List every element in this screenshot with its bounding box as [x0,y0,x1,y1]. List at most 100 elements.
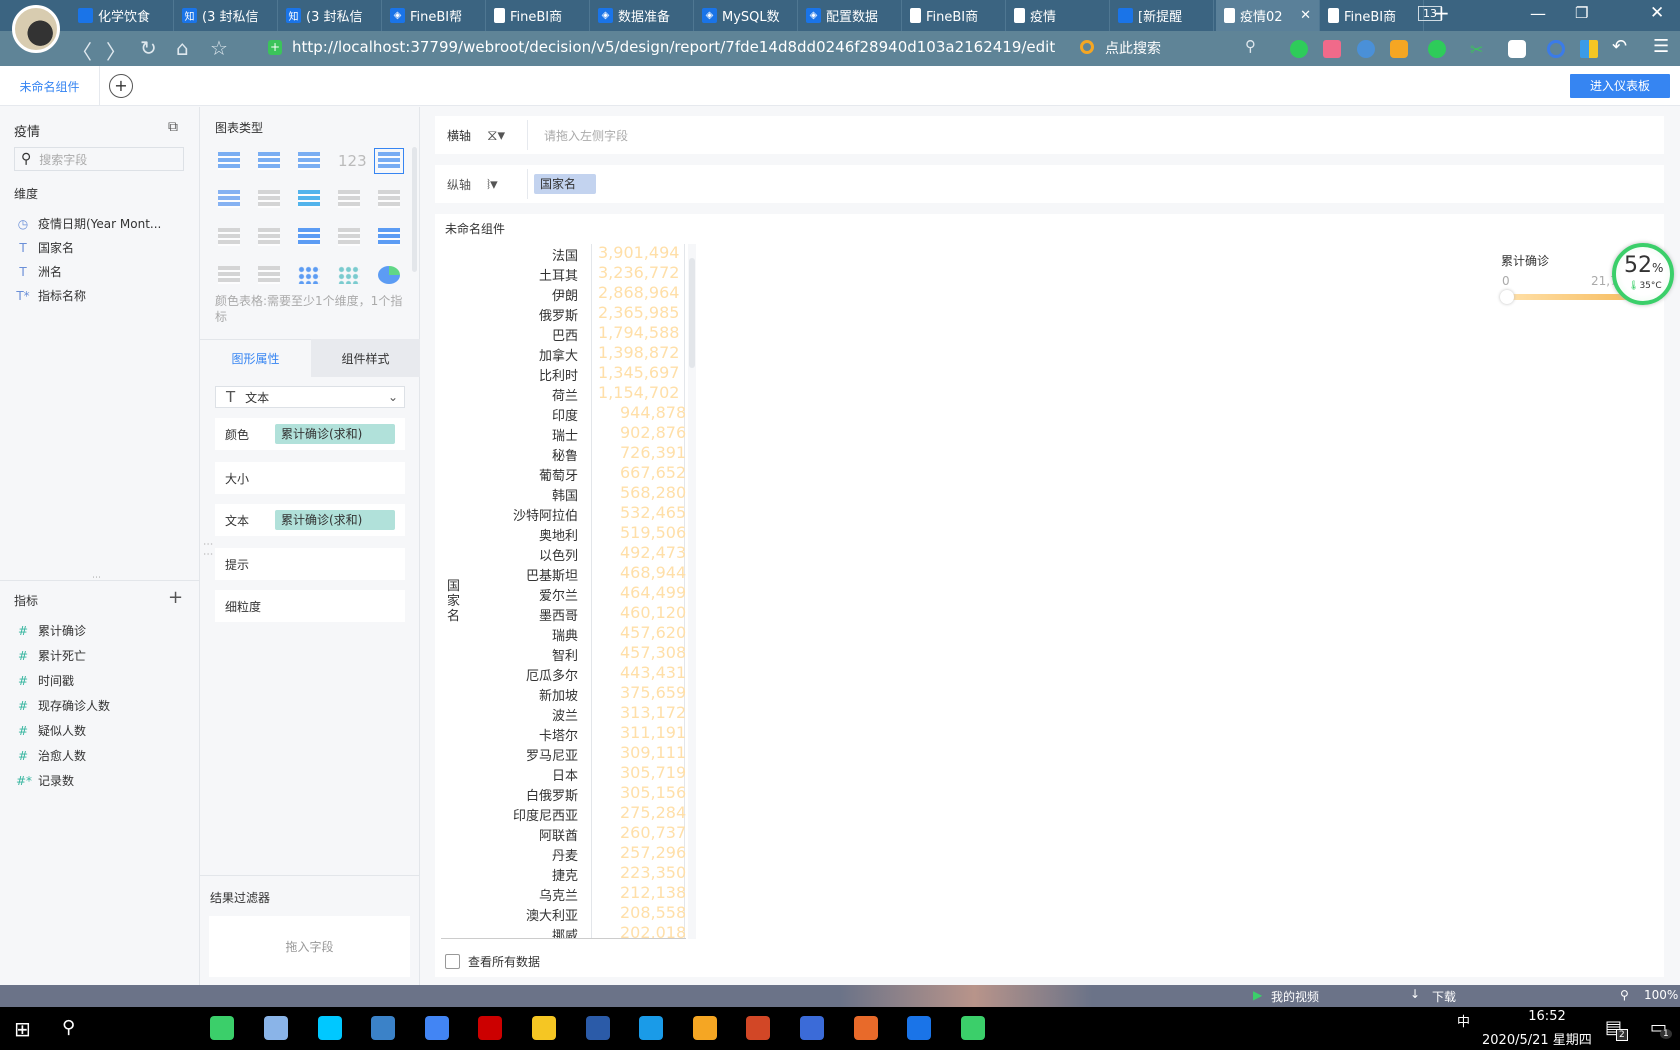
property-0[interactable]: 颜色 累计确诊(求和) [215,418,405,450]
kpi-icon[interactable]: 123 [338,152,367,170]
resize-handle-icon[interactable]: ⋮⋮ [202,539,213,559]
taskbar-app-icon[interactable] [639,1016,663,1040]
step-icon[interactable] [258,228,280,246]
taskbar-app-icon[interactable] [854,1016,878,1040]
dimension-field[interactable]: T 国家名 [16,239,74,256]
resize-handle-icon[interactable]: ⋯ [92,573,101,583]
search-field-input[interactable]: ⚲ 搜索字段 [14,147,184,171]
extension-icon[interactable] [1357,40,1375,58]
measure-field[interactable]: # 现存确诊人数 [16,697,110,714]
property-field-pill[interactable]: 累计确诊(求和) [275,424,395,444]
browser-tab[interactable]: ◈ MySQL数 [694,0,798,31]
avatar[interactable] [12,5,60,53]
zoom-ext-icon[interactable] [1547,40,1565,58]
ticket-icon[interactable] [1323,40,1341,58]
forward-icon[interactable]: 〉 [106,36,126,65]
wallet-icon[interactable] [1390,40,1408,58]
add-component-button[interactable]: + [109,74,133,98]
property-field-pill[interactable]: 累计确诊(求和) [275,510,395,530]
download-icon[interactable]: ↓ [1410,987,1420,1001]
heat-map-icon[interactable] [258,190,280,208]
property-3[interactable]: 提示 [215,548,405,580]
property-2[interactable]: 文本 累计确诊(求和) [215,504,405,536]
chart-type-scrollbar[interactable] [412,147,417,272]
pie-icon[interactable] [378,266,400,284]
menu-icon[interactable]: ☰ [1653,36,1669,57]
star-icon[interactable]: ☆ [210,36,228,60]
translate-icon[interactable] [1428,40,1446,58]
taskbar-app-icon[interactable] [425,1016,449,1040]
taskbar-app-icon[interactable] [693,1016,717,1040]
video-icon[interactable]: ▶ [1253,988,1262,1002]
taskbar-app-icon[interactable] [478,1016,502,1040]
scatter-icon[interactable] [298,266,320,284]
search-icon[interactable]: ⚲ [1245,37,1256,55]
line-icon[interactable] [338,228,360,246]
filter-drop-zone[interactable]: 拖入字段 [209,916,410,977]
dimension-field[interactable]: T 洲名 [16,263,62,280]
clock-date[interactable]: 2020/5/21 星期四 [1482,1029,1592,1048]
color-table-icon[interactable] [374,148,404,174]
area-icon[interactable] [218,266,240,284]
waterfall-icon[interactable] [218,228,240,246]
axis-sort-icon[interactable]: ⧖▾ [487,126,527,144]
ime-indicator[interactable]: 中 [1457,1011,1470,1030]
taskbar-app-icon[interactable] [264,1016,288,1040]
browser-tab[interactable]: 知 (3 封私信 [174,0,278,31]
dimension-field[interactable]: ◷ 疫情日期(Year Mont... [16,215,162,232]
taskbar-app-icon[interactable] [371,1016,395,1040]
taskbar-app-icon[interactable] [907,1016,931,1040]
browser-tab[interactable]: FineBI商 [486,0,590,31]
search-icon[interactable]: ⚲ [62,1017,75,1038]
grouped-table-icon[interactable] [258,152,280,170]
undo-icon[interactable]: ↶ [1612,36,1627,57]
browser-tab[interactable]: ◈ 数据准备 [590,0,694,31]
add-measure-button[interactable]: + [168,587,183,608]
property-1[interactable]: 大小 [215,462,405,494]
close-window-icon[interactable]: ✕ [1650,3,1664,23]
zoom-level[interactable]: 100% [1644,988,1678,1002]
taskbar-app-icon[interactable] [532,1016,556,1040]
clock-time[interactable]: 16:52 [1512,1009,1582,1024]
multi-line-icon[interactable] [298,228,320,246]
column-chart-icon[interactable] [378,190,400,208]
home-icon[interactable]: ⌂ [176,36,189,60]
scissors-icon[interactable]: ✂ [1470,40,1488,59]
browser-tab[interactable]: 疫情02 ✕ [1216,0,1320,31]
measure-field[interactable]: # 时间戳 [16,672,74,689]
browser-tab[interactable]: 知 (3 封私信 [278,0,382,31]
taskbar-app-icon[interactable] [961,1016,985,1040]
close-tab-icon[interactable]: ✕ [1300,8,1311,23]
radar-icon[interactable] [378,228,400,246]
tab-component-style[interactable]: 组件样式 [311,339,420,377]
browser-tab[interactable]: 疫情 [1006,0,1110,31]
measure-field[interactable]: #* 记录数 [16,772,74,789]
browser-tab[interactable]: ◈ FineBI帮 [382,0,486,31]
taskbar-app-icon[interactable] [318,1016,342,1040]
combo-icon[interactable] [258,266,280,284]
browser-tab[interactable]: FineBI商 [1320,0,1424,31]
legend-gradient[interactable] [1507,294,1637,300]
windows-start-icon[interactable]: ⊞ [14,1017,31,1041]
mark-type-select[interactable]: T 文本 ⌄ [215,386,405,408]
minimize-icon[interactable]: — [1530,4,1546,23]
table-icon[interactable] [218,152,240,170]
browser-tab[interactable]: ◈ 配置数据 [798,0,902,31]
taskbar-app-icon[interactable] [210,1016,234,1040]
browser-tab[interactable]: [新提醒 [1110,0,1214,31]
x-axis-drop-zone[interactable]: 请拖入左侧字段 [544,127,628,144]
game-icon[interactable] [1508,40,1526,58]
bar-chart-icon[interactable] [338,190,360,208]
reader-icon[interactable] [1290,40,1308,58]
restore-icon[interactable]: ❐ [1575,4,1588,22]
url-field[interactable]: http://localhost:37799/webroot/decision/… [292,38,1055,56]
browser-tab[interactable]: 化学饮食 [70,0,174,31]
dot-table-icon[interactable] [218,190,240,208]
dimension-field[interactable]: T* 指标名称 [16,287,86,304]
system-monitor-widget[interactable]: 52% 🌡35°C [1612,243,1674,305]
component-tab[interactable]: 未命名组件 [0,66,100,106]
measure-field[interactable]: # 累计死亡 [16,647,86,664]
view-all-data-checkbox[interactable]: 查看所有数据 [445,953,540,970]
legend-slider-handle[interactable] [1500,290,1514,304]
tab-graphic-properties[interactable]: 图形属性 [200,339,311,377]
